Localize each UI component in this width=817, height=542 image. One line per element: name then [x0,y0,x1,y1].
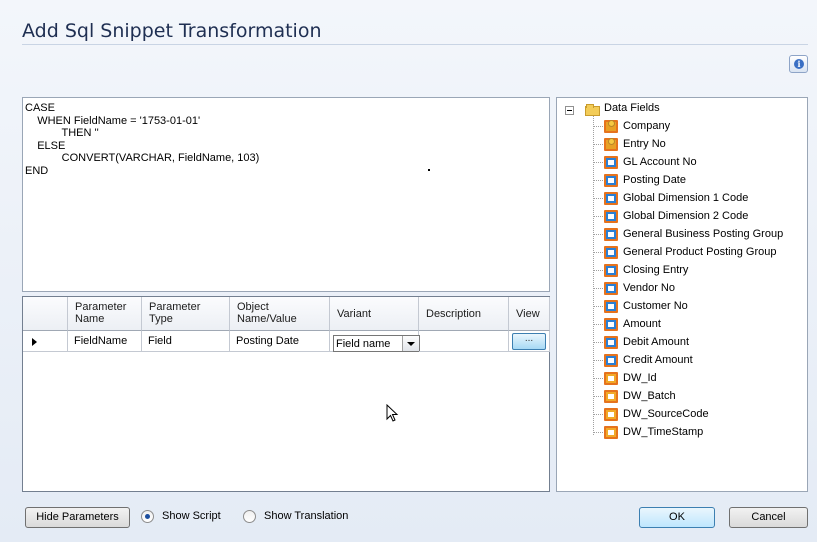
folder-icon [585,104,600,116]
cancel-button[interactable]: Cancel [729,507,808,528]
tree-item-label: DW_Id [623,372,657,384]
column-parameter-name[interactable]: Parameter Name [68,297,142,331]
stray-dot [428,169,430,171]
dw-field-icon [604,390,618,403]
show-script-radio[interactable] [141,510,154,523]
tree-connector [593,396,603,397]
field-icon [604,336,618,349]
field-icon [604,354,618,367]
field-icon [604,192,618,205]
column-description[interactable]: Description [419,297,509,331]
tree-connector [593,270,603,271]
tree-item-label: Customer No [623,300,688,312]
tree-item-label: Credit Amount [623,354,693,366]
tree-root-label: Data Fields [604,102,660,114]
title-divider [22,44,808,45]
chevron-down-icon[interactable] [402,336,419,351]
tree-item-label: DW_TimeStamp [623,426,704,438]
column-object-name-value[interactable]: Object Name/Value [230,297,330,331]
cell-parameter-type[interactable]: Field [142,331,230,352]
field-icon [604,174,618,187]
tree-item-label: Entry No [623,138,666,150]
field-icon [604,318,618,331]
sql-script-text[interactable]: CASE WHEN FieldName = '1753-01-01' THEN … [23,98,549,181]
column-parameter-type[interactable]: Parameter Type [142,297,230,331]
cell-parameter-name[interactable]: FieldName [68,331,142,352]
tree-item-label: GL Account No [623,156,697,168]
hide-parameters-button[interactable]: Hide Parameters [25,507,130,528]
tree-connector [593,324,603,325]
tree-item-label: General Product Posting Group [623,246,777,258]
dialog-title: Add Sql Snippet Transformation [22,20,322,42]
tree-connector [593,414,603,415]
mouse-cursor-icon [386,404,399,422]
tree-item-label: Amount [623,318,661,330]
tree-connector [593,116,594,435]
tree-item-label: Vendor No [623,282,675,294]
tree-connector [593,234,603,235]
cell-object-value[interactable]: Posting Date [230,331,330,352]
tree-connector [593,432,603,433]
tree-connector [593,126,603,127]
column-view[interactable]: View [509,297,550,331]
key-field-icon [604,120,618,133]
key-field-icon [604,138,618,151]
tree-item-label: Closing Entry [623,264,689,276]
parameters-grid[interactable]: Parameter Name Parameter Type Object Nam… [22,296,550,492]
data-fields-tree[interactable]: Data Fields Company Entry No GL Account No… [556,97,808,492]
field-icon [604,264,618,277]
tree-connector [593,360,603,361]
tree-item-label: Debit Amount [623,336,690,348]
ok-button[interactable]: OK [639,507,715,528]
cell-description[interactable] [419,331,509,352]
tree-item-label: Company [623,120,671,132]
tree-item-label: Global Dimension 1 Code [623,192,749,204]
show-translation-radio[interactable] [243,510,256,523]
tree-connector [593,162,603,163]
tree-connector [593,216,603,217]
dialog-window: Add Sql Snippet Transformation i CASE WH… [0,0,817,542]
show-translation-label[interactable]: Show Translation [264,510,348,522]
tree-item-label: Global Dimension 2 Code [623,210,749,222]
show-script-label[interactable]: Show Script [162,510,221,522]
field-icon [604,282,618,295]
variant-dropdown[interactable]: Field name [333,335,420,352]
column-variant[interactable]: Variant [330,297,419,331]
field-icon [604,300,618,313]
tree-connector [593,198,603,199]
dw-field-icon [604,426,618,439]
view-button[interactable]: ... [512,333,546,350]
tree-connector [593,306,603,307]
field-icon [604,210,618,223]
info-icon: i [794,59,804,69]
field-icon [604,156,618,169]
tree-connector [593,342,603,343]
grid-row-header [23,297,68,331]
info-button[interactable]: i [789,55,808,73]
sql-editor[interactable]: CASE WHEN FieldName = '1753-01-01' THEN … [22,97,550,292]
dw-field-icon [604,408,618,421]
tree-connector [593,180,603,181]
row-selector[interactable] [23,331,68,352]
tree-connector [593,378,603,379]
current-row-arrow-icon [32,338,37,346]
tree-connector [593,144,603,145]
variant-selected: Field name [336,338,391,350]
tree-item-label: DW_SourceCode [623,408,709,420]
tree-item-label: DW_Batch [623,390,676,402]
dw-field-icon [604,372,618,385]
tree-item-label: Posting Date [623,174,686,186]
tree-connector [593,252,603,253]
tree-connector [593,288,603,289]
field-icon [604,228,618,241]
tree-item-label: General Business Posting Group [623,228,784,240]
field-icon [604,246,618,259]
collapse-toggle-icon[interactable] [565,106,574,115]
